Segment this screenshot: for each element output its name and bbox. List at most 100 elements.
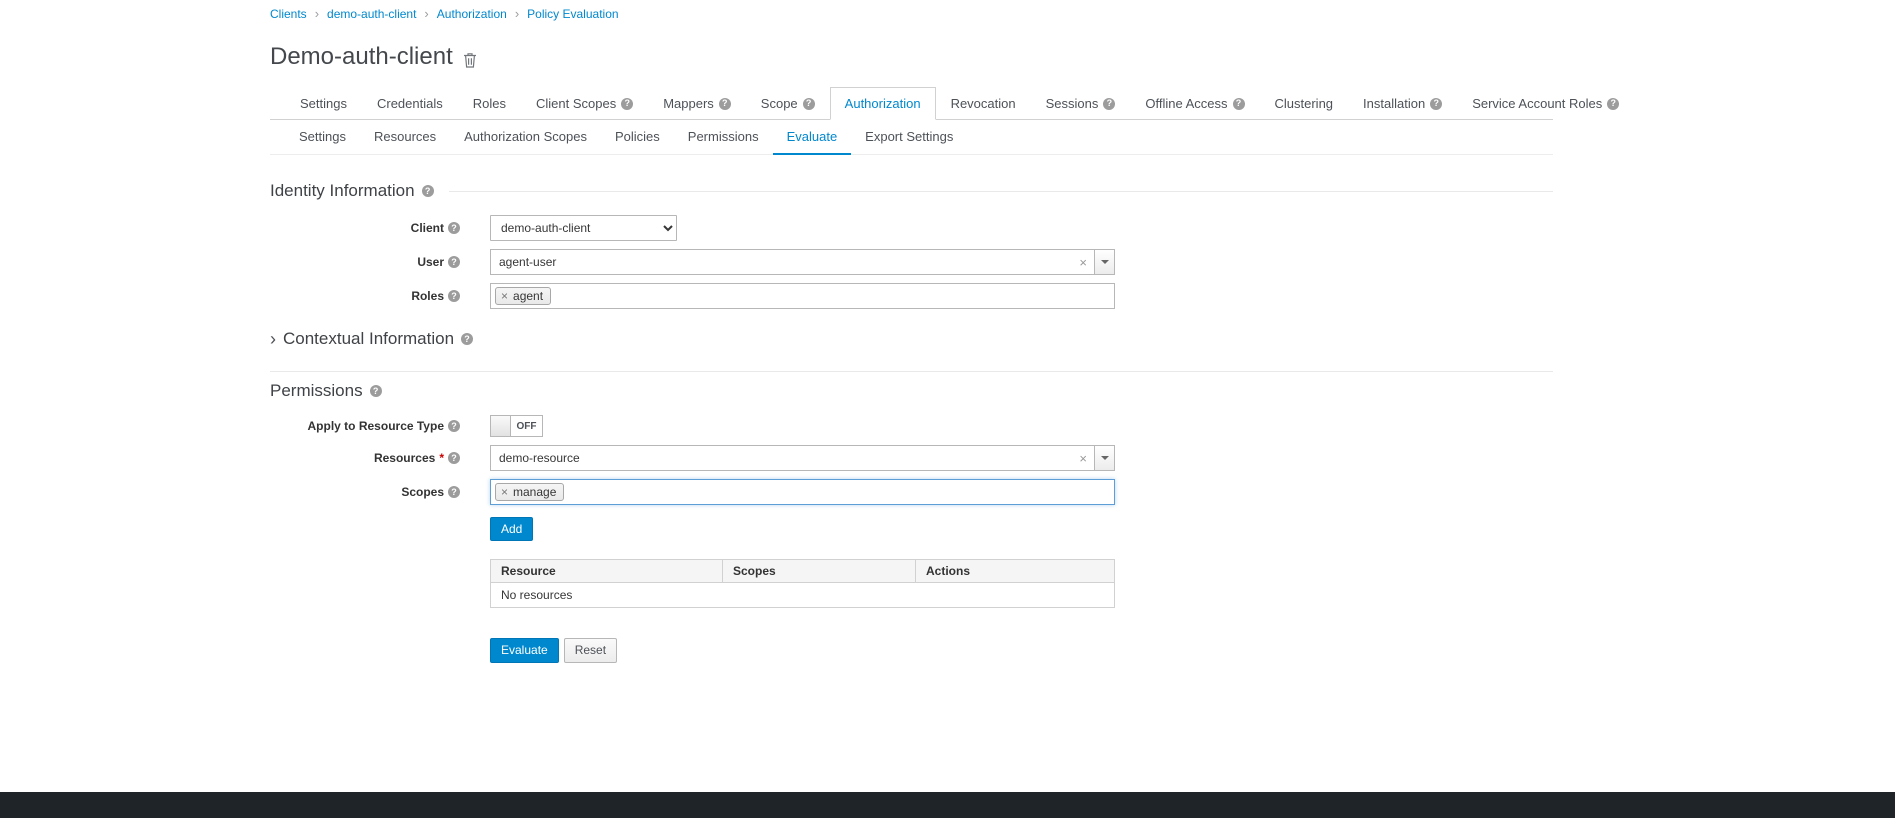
column-header-resource: Resource — [491, 560, 723, 583]
section-divider-line — [449, 191, 1553, 192]
column-header-actions: Actions — [916, 560, 1115, 583]
tab-sessions[interactable]: Sessions — [1031, 87, 1131, 120]
subtab-export-settings[interactable]: Export Settings — [851, 120, 967, 155]
breadcrumb-link-clients[interactable]: Clients — [270, 7, 307, 21]
tab-offline-access[interactable]: Offline Access — [1130, 87, 1259, 120]
roles-tag-input[interactable]: agent — [490, 283, 1115, 309]
help-icon[interactable] — [1430, 98, 1442, 110]
breadcrumb-link-policy-evaluation[interactable]: Policy Evaluation — [527, 7, 618, 21]
user-field-row: User agent-user — [270, 249, 1553, 275]
resources-label-text: Resources — [374, 451, 435, 465]
tab-settings[interactable]: Settings — [285, 87, 362, 120]
toggle-handle[interactable] — [491, 416, 511, 436]
apply-to-resource-type-control: OFF — [490, 415, 543, 437]
help-icon[interactable] — [448, 290, 460, 302]
client-control: demo-auth-client — [490, 215, 677, 241]
add-button[interactable]: Add — [490, 517, 533, 541]
results-table-head: ResourceScopesActions — [491, 560, 1115, 583]
permissions-form: Apply to Resource Type OFF Resources * — [270, 415, 1553, 505]
permissions-section-title: Permissions — [270, 381, 363, 401]
clear-selection-icon[interactable] — [1079, 256, 1087, 269]
subtab-evaluate[interactable]: Evaluate — [773, 120, 852, 155]
subtab-permissions[interactable]: Permissions — [674, 120, 773, 155]
tab-label: Settings — [300, 96, 347, 111]
trash-icon — [463, 52, 477, 68]
client-select[interactable]: demo-auth-client — [490, 215, 677, 241]
subtab-settings[interactable]: Settings — [285, 120, 360, 155]
tab-mappers[interactable]: Mappers — [648, 87, 746, 120]
tab-label: Client Scopes — [536, 96, 616, 111]
subtab-policies[interactable]: Policies — [601, 120, 674, 155]
caret-down-icon — [1101, 260, 1109, 264]
breadcrumb-link-demo-auth-client[interactable]: demo-auth-client — [327, 7, 416, 21]
breadcrumb-link-authorization[interactable]: Authorization — [437, 7, 507, 21]
tab-service-account-roles[interactable]: Service Account Roles — [1457, 87, 1634, 120]
results-table-header-row: ResourceScopesActions — [491, 560, 1115, 583]
help-icon[interactable] — [1103, 98, 1115, 110]
help-icon[interactable] — [621, 98, 633, 110]
resources-select[interactable]: demo-resource — [490, 445, 1115, 471]
help-icon[interactable] — [461, 333, 473, 345]
subtab-authorization-scopes[interactable]: Authorization Scopes — [450, 120, 601, 155]
help-icon[interactable] — [370, 385, 382, 397]
help-icon[interactable] — [1233, 98, 1245, 110]
user-select[interactable]: agent-user — [490, 249, 1115, 275]
client-label: Client — [270, 221, 460, 235]
tab-client-scopes[interactable]: Client Scopes — [521, 87, 648, 120]
section-divider — [270, 371, 1553, 372]
reset-button[interactable]: Reset — [564, 638, 617, 662]
breadcrumb-separator — [315, 6, 319, 21]
roles-control: agent — [490, 283, 1115, 309]
remove-tag-icon[interactable] — [501, 486, 508, 498]
add-row: Add — [490, 517, 1553, 541]
results-table: ResourceScopesActions No resources — [490, 559, 1115, 608]
tab-revocation[interactable]: Revocation — [936, 87, 1031, 120]
remove-tag-icon[interactable] — [501, 290, 508, 302]
user-select-value: agent-user — [491, 255, 1079, 269]
breadcrumb: Clients demo-auth-client Authorization Poli… — [270, 6, 1553, 21]
tab-label: Installation — [1363, 96, 1425, 111]
help-icon[interactable] — [803, 98, 815, 110]
tab-clustering[interactable]: Clustering — [1260, 87, 1349, 120]
tab-label: Scope — [761, 96, 798, 111]
help-icon[interactable] — [448, 256, 460, 268]
help-icon[interactable] — [448, 452, 460, 464]
tab-label: Service Account Roles — [1472, 96, 1602, 111]
roles-label: Roles — [270, 289, 460, 303]
help-icon[interactable] — [448, 420, 460, 432]
scopes-tag-input[interactable]: manage — [490, 479, 1115, 505]
tab-label: Sessions — [1046, 96, 1099, 111]
tab-credentials[interactable]: Credentials — [362, 87, 458, 120]
client-label-text: Client — [411, 221, 444, 235]
help-icon[interactable] — [448, 222, 460, 234]
user-label: User — [270, 255, 460, 269]
breadcrumb-separator — [424, 6, 428, 21]
apply-to-resource-type-toggle[interactable]: OFF — [490, 415, 543, 437]
help-icon[interactable] — [1607, 98, 1619, 110]
subtab-resources[interactable]: Resources — [360, 120, 450, 155]
help-icon[interactable] — [719, 98, 731, 110]
client-field-row: Client demo-auth-client — [270, 215, 1553, 241]
user-dropdown-button[interactable] — [1094, 250, 1114, 274]
tab-installation[interactable]: Installation — [1348, 87, 1457, 120]
tab-authorization[interactable]: Authorization — [830, 87, 936, 120]
roles-label-text: Roles — [411, 289, 444, 303]
apply-to-resource-type-label: Apply to Resource Type — [270, 419, 460, 433]
help-icon[interactable] — [422, 185, 434, 197]
tab-label: Clustering — [1275, 96, 1334, 111]
evaluate-button[interactable]: Evaluate — [490, 638, 559, 662]
clear-selection-icon[interactable] — [1079, 452, 1087, 465]
resources-dropdown-button[interactable] — [1094, 446, 1114, 470]
content-area: Clients demo-auth-client Authorization Poli… — [270, 0, 1553, 663]
chevron-right-icon — [270, 330, 276, 348]
column-header-scopes: Scopes — [723, 560, 916, 583]
tag-label: agent — [513, 289, 543, 303]
delete-client-icon[interactable] — [463, 52, 477, 68]
tab-roles[interactable]: Roles — [458, 87, 521, 120]
contextual-section-header[interactable]: Contextual Information — [270, 329, 1553, 349]
tab-scope[interactable]: Scope — [746, 87, 830, 120]
results-table-body: No resources — [491, 583, 1115, 608]
resources-control: demo-resource — [490, 445, 1115, 471]
help-icon[interactable] — [448, 486, 460, 498]
user-control: agent-user — [490, 249, 1115, 275]
